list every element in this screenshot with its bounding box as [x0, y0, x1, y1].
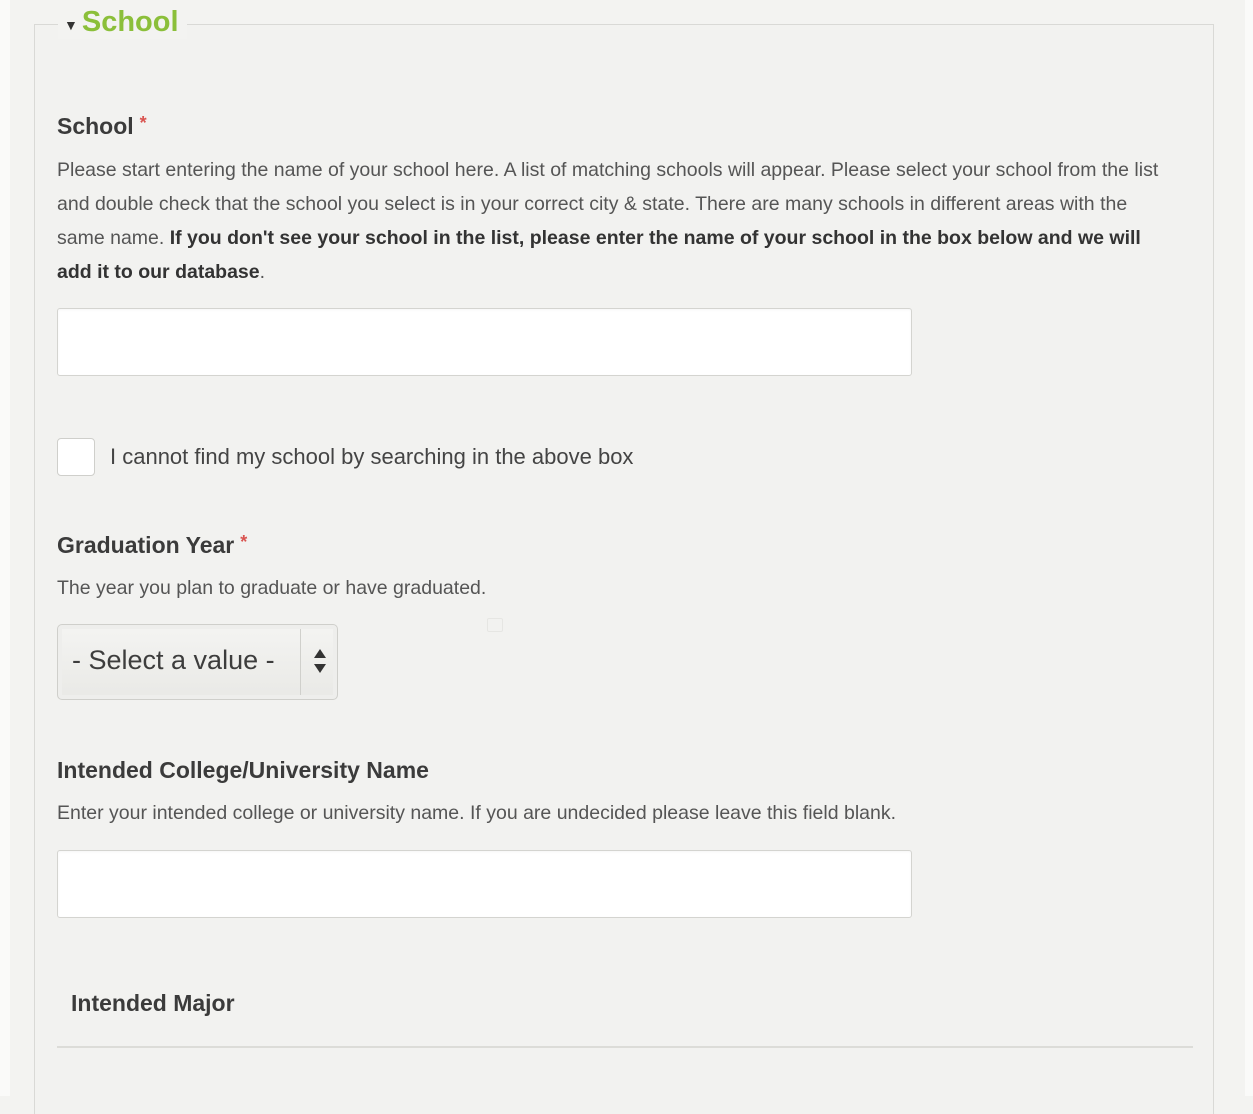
cannot-find-school-label[interactable]: I cannot find my school by searching in … — [110, 444, 633, 470]
cannot-find-school-checkbox[interactable] — [57, 438, 95, 476]
section-legend: School — [81, 6, 179, 38]
intended-college-input[interactable] — [57, 850, 912, 918]
school-description: Please start entering the name of your s… — [57, 153, 1167, 289]
page-edge-left — [0, 0, 10, 1096]
page-edge-right — [1245, 0, 1253, 1096]
up-down-arrows-icon — [314, 649, 326, 673]
select-divider — [300, 629, 301, 695]
faint-artifact — [487, 618, 503, 632]
school-label-text: School — [57, 113, 134, 139]
school-section-toggle[interactable]: ▼ School — [58, 6, 187, 39]
intended-major-divider — [57, 1046, 1193, 1048]
school-label: School * — [57, 113, 147, 140]
graduation-year-selected-value: - Select a value - — [72, 645, 275, 675]
school-description-end: . — [259, 261, 266, 283]
school-input[interactable] — [57, 308, 912, 376]
required-marker: * — [139, 113, 147, 133]
graduation-year-label-text: Graduation Year — [57, 532, 235, 558]
intended-college-label: Intended College/University Name — [57, 757, 429, 783]
intended-college-description: Enter your intended college or universit… — [57, 802, 897, 824]
graduation-year-label: Graduation Year * — [57, 532, 247, 559]
triangle-down-icon: ▼ — [64, 16, 78, 33]
intended-major-label: Intended Major — [71, 990, 235, 1016]
graduation-year-select[interactable]: - Select a value - — [57, 624, 338, 700]
required-marker: * — [240, 532, 248, 552]
school-description-bold: If you don't see your school in the list… — [57, 227, 1141, 283]
graduation-year-description: The year you plan to graduate or have gr… — [57, 577, 487, 599]
